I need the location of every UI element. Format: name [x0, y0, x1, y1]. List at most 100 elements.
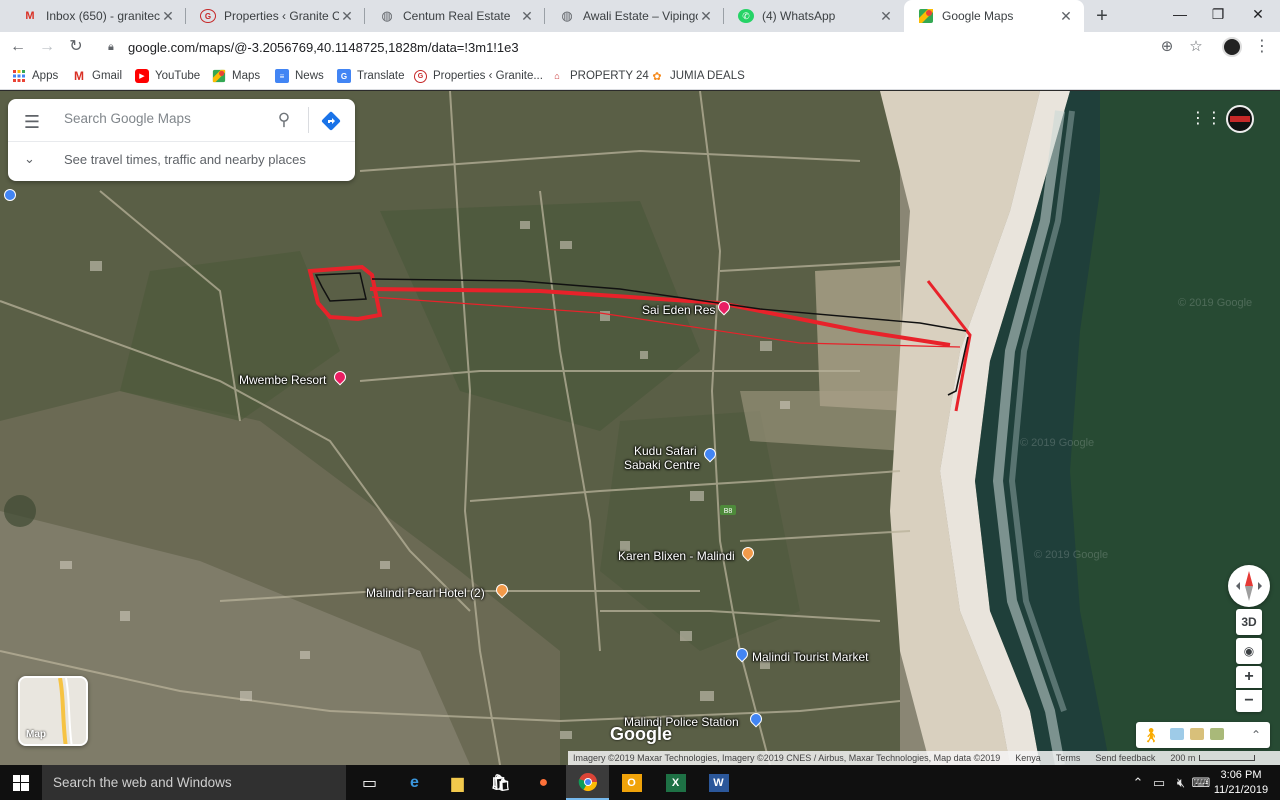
- system-clock[interactable]: 3:06 PM 11/21/2019: [1210, 768, 1272, 798]
- news-icon: ≡: [275, 69, 289, 83]
- directions-icon[interactable]: [320, 110, 342, 132]
- tab-close-icon[interactable]: ✕: [878, 8, 894, 25]
- volume-muted-icon[interactable]: 🔇︎: [1172, 765, 1190, 800]
- network-icon[interactable]: ▭: [1150, 765, 1168, 800]
- tab-centum[interactable]: ◍ Centum Real Estate ✕: [365, 0, 545, 32]
- bookmark-maps[interactable]: Maps: [212, 67, 260, 85]
- location-marker-icon[interactable]: [4, 189, 16, 201]
- windows-taskbar: Search the web and Windows ▭ e ▆ 🛍︎ ● O …: [0, 765, 1280, 800]
- pegman-icon[interactable]: 🚶︎: [1142, 725, 1160, 745]
- search-icon[interactable]: ⚲: [273, 109, 295, 131]
- close-window-button[interactable]: ✕: [1238, 0, 1278, 28]
- imagery-thumbnail[interactable]: [1210, 728, 1224, 740]
- bookmark-translate[interactable]: G Translate: [337, 67, 405, 85]
- place-label[interactable]: Sai Eden Res: [642, 303, 715, 317]
- map-layer-toggle[interactable]: Map: [18, 676, 88, 746]
- forward-button[interactable]: →: [35, 35, 59, 59]
- bookmark-star-icon[interactable]: ☆: [1186, 37, 1206, 57]
- scale-text[interactable]: 200 m: [1170, 753, 1195, 763]
- satellite-map[interactable]: B8 ☰ Search Google Maps ⚲ ⌄ See travel t…: [0, 91, 1280, 765]
- windows-start-icon[interactable]: [0, 765, 42, 800]
- place-label[interactable]: Malindi Tourist Market: [752, 650, 868, 664]
- tilt-3d-button[interactable]: 3D: [1236, 609, 1262, 635]
- tab-strip: M Inbox (650) - granitecapita ✕ G Proper…: [0, 0, 1280, 32]
- maps-icon: [918, 8, 934, 24]
- bookmark-property24[interactable]: ⌂ PROPERTY 24: [550, 67, 649, 85]
- compass-icon[interactable]: [1228, 565, 1270, 607]
- bookmark-label: YouTube: [155, 70, 201, 82]
- google-apps-icon[interactable]: ⋮⋮⋮: [1190, 109, 1238, 129]
- url-text: google.com/maps/@-3.2056769,40.1148725,1…: [128, 39, 519, 55]
- granite-icon: G: [414, 69, 427, 83]
- taskbar-search-input[interactable]: Search the web and Windows: [42, 765, 346, 800]
- place-label[interactable]: Kudu Safari: [634, 444, 697, 458]
- search-input[interactable]: Search Google Maps: [64, 111, 191, 126]
- menu-icon[interactable]: ☰: [22, 113, 42, 131]
- bookmarks-bar: Apps M Gmail ▶ YouTube Maps ≡ News G Tra…: [0, 62, 1280, 90]
- back-button[interactable]: ←: [6, 35, 30, 59]
- translate-icon: G: [337, 69, 351, 83]
- tab-title: Inbox (650) - granitecapita: [46, 9, 160, 23]
- outlook-icon[interactable]: O: [610, 765, 653, 800]
- file-explorer-icon[interactable]: ▆: [436, 765, 479, 800]
- bookmark-jumia[interactable]: ✿ JUMIA DEALS: [650, 67, 745, 85]
- keyboard-icon[interactable]: ⌨: [1192, 765, 1211, 800]
- bookmark-gmail[interactable]: M Gmail: [72, 67, 122, 85]
- travel-times-link[interactable]: See travel times, traffic and nearby pla…: [64, 152, 306, 167]
- install-icon[interactable]: ⊕: [1157, 37, 1177, 57]
- new-tab-button[interactable]: +: [1090, 4, 1114, 28]
- profile-avatar[interactable]: [1222, 37, 1242, 57]
- word-icon[interactable]: W: [697, 765, 740, 800]
- task-view-icon[interactable]: ▭: [348, 765, 391, 800]
- tab-close-icon[interactable]: ✕: [1058, 8, 1074, 25]
- bookmark-news[interactable]: ≡ News: [275, 67, 324, 85]
- address-bar[interactable]: 🔒︎ google.com/maps/@-3.2056769,40.114872…: [100, 34, 1214, 60]
- tab-awali[interactable]: ◍ Awali Estate – Vipingo De ✕: [545, 0, 724, 32]
- tab-google-maps[interactable]: Google Maps ✕: [904, 0, 1084, 32]
- tab-close-icon[interactable]: ✕: [519, 8, 535, 25]
- store-icon[interactable]: 🛍︎: [479, 765, 522, 800]
- tab-close-icon[interactable]: ✕: [698, 8, 714, 25]
- send-feedback-link[interactable]: Send feedback: [1095, 753, 1155, 763]
- zoom-in-button[interactable]: +: [1236, 666, 1262, 688]
- excel-icon[interactable]: X: [654, 765, 697, 800]
- imagery-thumbnail[interactable]: [1190, 728, 1204, 740]
- chevron-down-icon[interactable]: ⌄: [24, 151, 35, 167]
- bookmark-youtube[interactable]: ▶ YouTube: [135, 67, 200, 85]
- bookmark-label: Apps: [32, 70, 59, 82]
- tab-close-icon[interactable]: ✕: [160, 8, 176, 25]
- tab-close-icon[interactable]: ✕: [339, 8, 355, 25]
- reload-button[interactable]: ↻: [64, 35, 88, 59]
- firefox-icon[interactable]: ●: [522, 765, 565, 800]
- place-label[interactable]: Mwembe Resort: [239, 373, 326, 387]
- tab-granite-properties[interactable]: G Properties ‹ Granite Capita ✕: [186, 0, 365, 32]
- property24-icon: ⌂: [554, 71, 560, 81]
- account-avatar[interactable]: [1226, 105, 1254, 133]
- zoom-out-button[interactable]: −: [1236, 690, 1262, 712]
- restore-button[interactable]: ❐: [1198, 0, 1238, 28]
- bookmark-granite-properties[interactable]: G Properties ‹ Granite...: [414, 67, 543, 85]
- terms-link[interactable]: Terms: [1056, 753, 1081, 763]
- bookmark-label: JUMIA DEALS: [670, 70, 745, 82]
- street-view-bar: 🚶︎ ⌃: [1136, 722, 1270, 748]
- bookmark-label: Maps: [232, 70, 261, 82]
- globe-icon: ◍: [381, 8, 393, 23]
- tab-whatsapp[interactable]: ✆ (4) WhatsApp ✕: [724, 0, 904, 32]
- maps-search-panel: ☰ Search Google Maps ⚲ ⌄ See travel time…: [8, 99, 355, 181]
- bookmark-apps[interactable]: Apps: [12, 67, 58, 85]
- edge-icon[interactable]: e: [393, 765, 436, 800]
- chrome-icon[interactable]: [566, 765, 609, 800]
- tab-title: Properties ‹ Granite Capita: [224, 9, 339, 23]
- place-label[interactable]: Sabaki Centre: [624, 458, 700, 472]
- my-location-icon[interactable]: ◉: [1236, 638, 1262, 664]
- tray-chevron-icon[interactable]: ⌃: [1130, 765, 1146, 800]
- minimize-button[interactable]: —: [1160, 0, 1200, 28]
- scale-bar: [1199, 755, 1256, 761]
- menu-kebab-icon[interactable]: ⋮: [1254, 36, 1270, 58]
- expand-chevron-icon[interactable]: ⌃: [1246, 725, 1266, 745]
- tab-gmail[interactable]: M Inbox (650) - granitecapita ✕: [8, 0, 186, 32]
- place-label[interactable]: Karen Blixen - Malindi: [618, 549, 735, 563]
- place-label[interactable]: Malindi Pearl Hotel (2): [366, 586, 485, 600]
- imagery-thumbnail[interactable]: [1170, 728, 1184, 740]
- tab-title: Awali Estate – Vipingo De: [583, 9, 698, 23]
